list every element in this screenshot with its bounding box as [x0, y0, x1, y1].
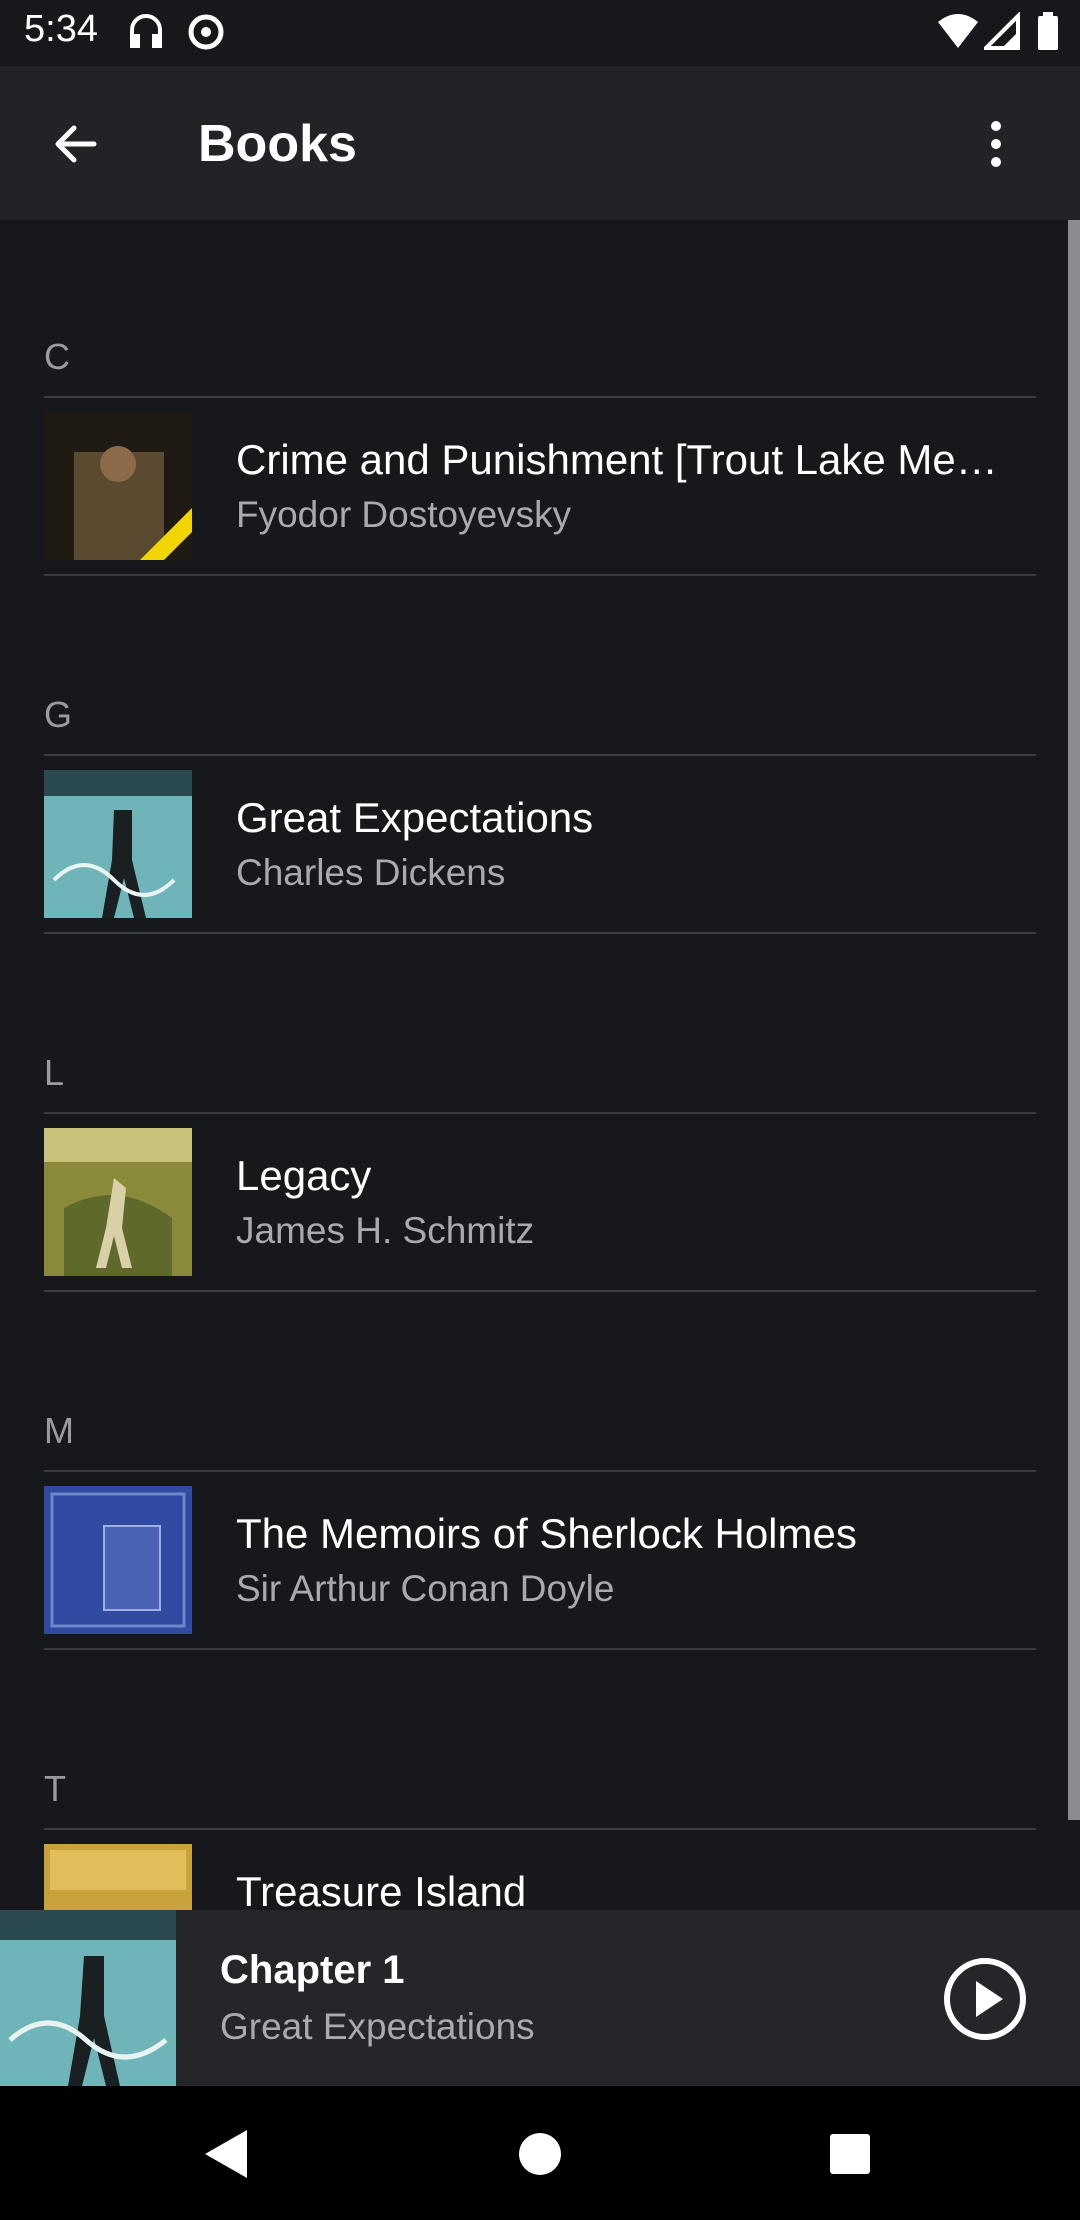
book-row[interactable]: Treasure Island: [0, 1830, 1068, 1910]
headset-icon: [128, 12, 164, 57]
book-cover: [44, 1844, 192, 1910]
signal-icon: [981, 11, 1020, 57]
divider: [44, 1290, 1036, 1292]
book-row[interactable]: The Memoirs of Sherlock Holmes Sir Arthu…: [0, 1472, 1068, 1648]
triangle-back-icon: [205, 2130, 247, 2178]
play-button[interactable]: [940, 1954, 1030, 2044]
now-playing-bar[interactable]: Chapter 1 Great Expectations: [0, 1910, 1080, 2086]
wifi-icon: [936, 12, 980, 57]
book-title: Crime and Punishment [Trout Lake Me…: [236, 436, 998, 483]
book-cover: [44, 412, 192, 560]
book-title: Great Expectations: [236, 794, 594, 841]
section-header: G: [44, 694, 73, 735]
book-title: Legacy: [236, 1152, 372, 1199]
divider: [44, 1648, 1036, 1650]
section-header: T: [44, 1768, 66, 1809]
book-row[interactable]: Crime and Punishment [Trout Lake Me… Fyo…: [0, 398, 1068, 574]
more-vert-icon: [991, 121, 1001, 167]
book-title: Treasure Island: [236, 1868, 527, 1910]
nav-home-button[interactable]: [502, 2116, 578, 2192]
books-list[interactable]: C Crime and Punishment [Trout Lake Me… F…: [0, 220, 1068, 1910]
at-sign-icon: [186, 12, 226, 57]
book-author: Fyodor Dostoyevsky: [236, 494, 572, 535]
nav-recents-button[interactable]: [812, 2116, 888, 2192]
book-author: Sir Arthur Conan Doyle: [236, 1568, 615, 1609]
battery-icon: [1036, 12, 1060, 57]
circle-home-icon: [519, 2133, 561, 2175]
app-bar: Books: [0, 66, 1080, 220]
back-button[interactable]: [36, 108, 116, 180]
book-author: Charles Dickens: [236, 852, 506, 893]
nav-back-button[interactable]: [188, 2116, 264, 2192]
book-row[interactable]: Great Expectations Charles Dickens: [0, 756, 1068, 932]
now-playing-subtitle: Great Expectations: [220, 2006, 535, 2047]
book-author: James H. Schmitz: [236, 1210, 535, 1251]
page-title: Books: [198, 115, 357, 173]
book-cover: [44, 1128, 192, 1276]
arrow-left-icon: [55, 125, 97, 163]
divider: [44, 932, 1036, 934]
book-cover: [44, 1486, 192, 1634]
now-playing-title: Chapter 1: [220, 1948, 405, 1992]
play-circle-icon: [944, 1958, 1026, 2040]
divider: [44, 574, 1036, 576]
section-header: L: [44, 1052, 65, 1093]
status-time: 5:34: [24, 8, 98, 50]
overflow-menu-button[interactable]: [966, 108, 1026, 180]
section-header: M: [44, 1410, 74, 1451]
status-bar: 5:34: [0, 0, 1080, 66]
book-title: The Memoirs of Sherlock Holmes: [236, 1510, 857, 1557]
book-row[interactable]: Legacy James H. Schmitz: [0, 1114, 1068, 1290]
scrollbar[interactable]: [1068, 220, 1080, 1820]
now-playing-cover: [0, 1910, 176, 2086]
system-nav-bar: [0, 2086, 1080, 2220]
square-recents-icon: [830, 2134, 870, 2174]
section-header: C: [44, 336, 70, 377]
book-cover: [44, 770, 192, 918]
